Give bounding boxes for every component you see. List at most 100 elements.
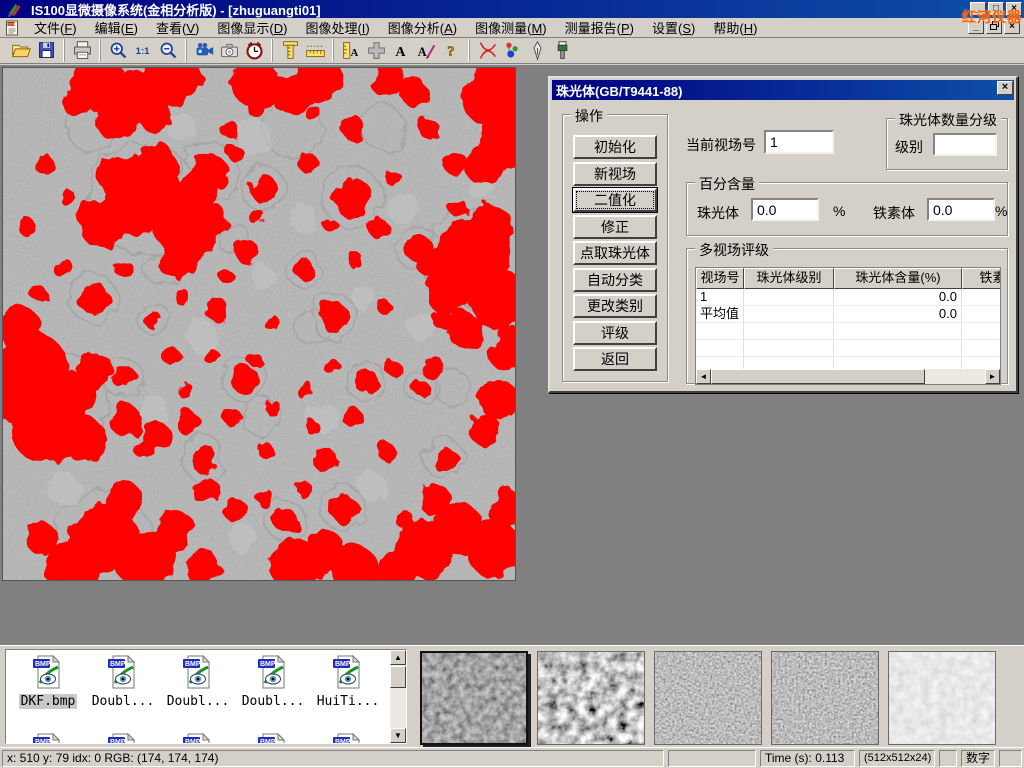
curve-tool-icon xyxy=(477,40,498,61)
fill-brush-button[interactable] xyxy=(550,39,575,62)
thumbnail-4[interactable] xyxy=(771,651,879,745)
menu-item-a[interactable]: 图像分析(A) xyxy=(379,16,466,39)
op-button-4[interactable]: 修正 xyxy=(573,215,657,239)
dialog-title-bar[interactable]: 珠光体(GB/T9441-88) xyxy=(552,80,1014,100)
scroll-right-arrow[interactable]: ► xyxy=(985,369,1000,384)
file-item-partial-1[interactable]: BMP xyxy=(12,732,84,744)
video-camera-button[interactable] xyxy=(192,39,217,62)
table-cell xyxy=(696,340,744,357)
timer-button[interactable] xyxy=(242,39,267,62)
menu-item-f[interactable]: 文件(F) xyxy=(25,16,86,39)
capture-icon xyxy=(219,40,240,61)
status-empty-3 xyxy=(999,750,1022,767)
file-item-partial-5[interactable]: BMP xyxy=(312,732,384,744)
op-button-2[interactable]: 新视场 xyxy=(573,162,657,186)
table-cell xyxy=(834,340,962,357)
op-button-1[interactable]: 初始化 xyxy=(573,135,657,159)
operation-group-label: 操作 xyxy=(571,106,607,126)
file-list-scrollbar[interactable]: ▲ ▼ xyxy=(390,650,406,743)
file-item-partial-2[interactable]: BMP xyxy=(87,732,159,744)
bmp-file-icon: BMP xyxy=(181,654,215,690)
table-row-2[interactable]: 平均值0.0 xyxy=(696,306,1000,323)
file-item-partial-4[interactable]: BMP xyxy=(237,732,309,744)
thumbnail-5[interactable] xyxy=(888,651,996,745)
scroll-thumb[interactable] xyxy=(390,666,406,688)
thumbnail-3[interactable] xyxy=(654,651,762,745)
thumbnail-2[interactable] xyxy=(537,651,645,745)
file-item-5[interactable]: BMPHuiTi... xyxy=(312,654,384,709)
text-button[interactable]: A xyxy=(389,39,414,62)
status-mode: 数字 xyxy=(961,750,995,767)
micrograph-image[interactable] xyxy=(2,67,516,581)
file-item-1[interactable]: BMPDKF.bmp xyxy=(12,654,84,709)
percent-group: 百分含量 珠光体 0.0 % 铁素体 0.0 % xyxy=(686,182,1008,236)
multi-field-group: 多视场评级 视场号珠光体级别珠光体含量(%)铁素体含量(%) 10.0平均值0.… xyxy=(686,248,1008,384)
op-button-8[interactable]: 评级 xyxy=(573,321,657,345)
file-item-4[interactable]: BMPDoubl... xyxy=(237,654,309,709)
pearlite-label: 珠光体 xyxy=(697,203,739,223)
caliper-button[interactable] xyxy=(278,39,303,62)
menu-item-m[interactable]: 图像测量(M) xyxy=(466,16,556,39)
scroll-down-arrow[interactable]: ▼ xyxy=(390,728,406,743)
actual-size-button[interactable]: 1:1 xyxy=(131,39,156,62)
table-header-4[interactable]: 铁素体含量(%) xyxy=(962,268,1001,289)
child-document-icon[interactable]: DOC xyxy=(4,20,21,36)
ferrite-input[interactable]: 0.0 xyxy=(927,198,995,221)
toolbar-group xyxy=(469,39,580,62)
save-button[interactable] xyxy=(34,39,59,62)
table-hscrollbar[interactable]: ◄ ► xyxy=(696,369,1000,384)
svg-text:?: ? xyxy=(447,44,454,60)
pearlite-input[interactable]: 0.0 xyxy=(751,198,819,221)
measure-scale-button[interactable]: A xyxy=(339,39,364,62)
grid-cross-icon xyxy=(366,40,387,61)
zoom-in-button[interactable] xyxy=(106,39,131,62)
zoom-out-button[interactable] xyxy=(156,39,181,62)
current-field-input[interactable]: 1 xyxy=(764,130,834,154)
scroll-up-arrow[interactable]: ▲ xyxy=(390,650,406,665)
file-item-partial-3[interactable]: BMP xyxy=(162,732,234,744)
table-row-3[interactable] xyxy=(696,323,1000,340)
table-cell xyxy=(962,323,1001,340)
menu-item-v[interactable]: 查看(V) xyxy=(147,16,208,39)
annotate-button[interactable]: A xyxy=(414,39,439,62)
menu-item-d[interactable]: 图像显示(D) xyxy=(208,16,296,39)
file-item-3[interactable]: BMPDoubl... xyxy=(162,654,234,709)
current-field-label: 当前视场号 xyxy=(686,135,756,155)
table-header-2[interactable]: 珠光体级别 xyxy=(744,268,834,289)
menu-item-h[interactable]: 帮助(H) xyxy=(704,16,766,39)
status-cursor-info: x: 510 y: 79 idx: 0 RGB: (174, 174, 174) xyxy=(2,750,664,767)
table-header-1[interactable]: 视场号 xyxy=(696,268,744,289)
ruler-button[interactable] xyxy=(303,39,328,62)
dialog-title: 珠光体(GB/T9441-88) xyxy=(556,81,682,100)
capture-button[interactable] xyxy=(217,39,242,62)
dialog-close-button[interactable]: × xyxy=(997,81,1013,95)
level-input[interactable] xyxy=(933,133,997,156)
ferrite-unit: % xyxy=(995,203,1007,219)
op-button-9[interactable]: 返回 xyxy=(573,347,657,371)
menu-item-p[interactable]: 测量报告(P) xyxy=(556,16,643,39)
menu-item-s[interactable]: 设置(S) xyxy=(643,16,704,39)
menu-item-i[interactable]: 图像处理(I) xyxy=(296,16,378,39)
grid-cross-button[interactable] xyxy=(364,39,389,62)
op-button-7[interactable]: 更改类别 xyxy=(573,294,657,318)
file-item-2[interactable]: BMPDoubl... xyxy=(87,654,159,709)
help-button[interactable]: ? xyxy=(439,39,464,62)
print-button[interactable] xyxy=(70,39,95,62)
table-row-1[interactable]: 10.0 xyxy=(696,289,1000,306)
curve-tool-button[interactable] xyxy=(475,39,500,62)
op-button-5[interactable]: 点取珠光体 xyxy=(573,241,657,265)
thumbnail-1[interactable] xyxy=(420,651,528,745)
multi-field-group-label: 多视场评级 xyxy=(695,240,773,260)
op-button-6[interactable]: 自动分类 xyxy=(573,268,657,292)
op-button-3[interactable]: 二值化 xyxy=(573,188,657,212)
pointer-pen-button[interactable] xyxy=(525,39,550,62)
svg-text:BMP: BMP xyxy=(335,739,351,744)
scroll-thumb[interactable] xyxy=(711,369,925,384)
color-classify-button[interactable] xyxy=(500,39,525,62)
table-row-4[interactable] xyxy=(696,340,1000,357)
scroll-left-arrow[interactable]: ◄ xyxy=(696,369,711,384)
menu-item-e[interactable]: 编辑(E) xyxy=(86,16,147,39)
svg-text:A: A xyxy=(395,45,406,60)
table-header-3[interactable]: 珠光体含量(%) xyxy=(834,268,962,289)
open-file-button[interactable] xyxy=(9,39,34,62)
